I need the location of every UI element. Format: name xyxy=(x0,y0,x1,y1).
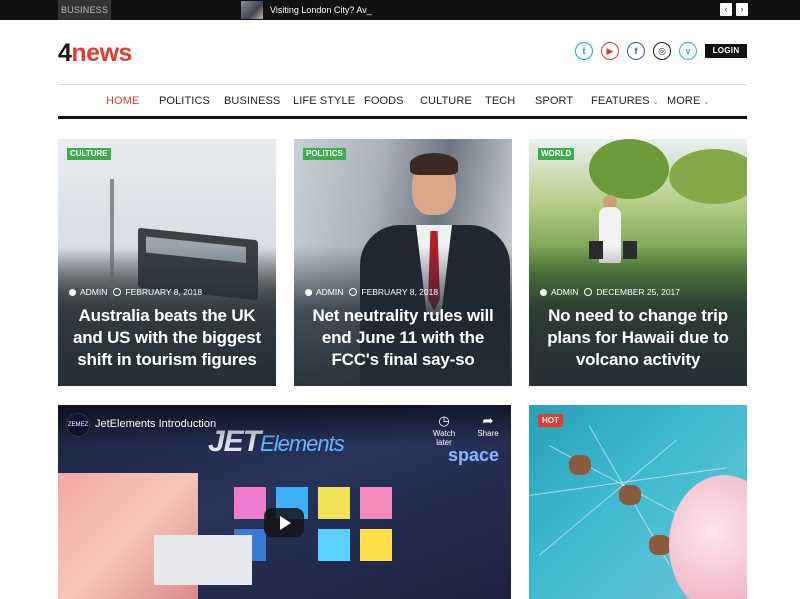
nav-features-label: FEATURES xyxy=(591,95,650,107)
play-button[interactable] xyxy=(264,508,304,537)
video-player[interactable]: JETElements space ZEMEZ JetElements Intr… xyxy=(58,405,511,599)
article-date: FEBRUARY 8, 2018 xyxy=(125,287,203,297)
category-tag[interactable]: POLITICS xyxy=(303,148,346,160)
article-author[interactable]: ADMIN xyxy=(80,287,107,297)
site-logo[interactable]: 4news xyxy=(58,38,132,68)
ticker-thumbnail[interactable] xyxy=(241,1,263,19)
logo-word: news xyxy=(71,39,132,67)
nav-item-foods[interactable]: FOODS xyxy=(364,85,404,117)
nav-item-more[interactable]: MORE ⌄ xyxy=(667,85,709,117)
video-tile xyxy=(234,487,266,519)
ticker-headline[interactable]: Visiting London City? Av_ xyxy=(270,0,372,20)
main-navigation: HOME POLITICS BUSINESS LIFE STYLE FOODS … xyxy=(58,84,747,119)
category-tag[interactable]: WORLD xyxy=(538,148,575,160)
article-author[interactable]: ADMIN xyxy=(316,287,343,297)
clock-icon xyxy=(113,288,122,296)
login-button[interactable]: LOGIN xyxy=(705,44,747,58)
chevron-down-icon: ⌄ xyxy=(652,99,659,106)
youtube-icon[interactable]: ▶ xyxy=(601,42,619,60)
article-meta: ADMIN FEBRUARY 8, 2018 xyxy=(69,287,202,297)
top-ticker-bar: BUSINESS Visiting London City? Av_ ‹ › xyxy=(0,0,800,20)
nav-item-business[interactable]: BUSINESS xyxy=(224,85,280,117)
share-button[interactable]: ➦ Share xyxy=(468,413,508,438)
facebook-icon[interactable]: f xyxy=(627,42,645,60)
article-meta: ADMIN FEBRUARY 8, 2018 xyxy=(305,287,438,297)
video-tile xyxy=(318,487,350,519)
video-bg-word: space xyxy=(448,445,500,465)
watch-later-label: Watch later xyxy=(432,429,456,447)
ferris-pod xyxy=(569,455,591,475)
video-tile xyxy=(360,487,392,519)
chevron-down-icon: ⌄ xyxy=(703,99,710,106)
article-card-world[interactable]: WORLD ADMIN DECEMBER 25, 2017 No need to … xyxy=(529,139,747,386)
hot-tag[interactable]: HOT xyxy=(538,414,563,427)
article-date: DECEMBER 25, 2017 xyxy=(596,287,681,297)
ferris-pod xyxy=(649,535,671,555)
nav-item-sport[interactable]: SPORT xyxy=(535,85,573,117)
vimeo-icon[interactable]: v xyxy=(679,42,697,60)
ticker-category[interactable]: BUSINESS xyxy=(58,0,111,20)
ticker-prev-button[interactable]: ‹ xyxy=(720,3,732,16)
ferris-pod xyxy=(619,485,641,505)
tree-shape xyxy=(589,139,669,199)
video-tile xyxy=(360,529,392,561)
nav-item-politics[interactable]: POLITICS xyxy=(159,85,210,117)
watch-later-button[interactable]: ◷ Watch later xyxy=(424,413,464,447)
logo-number: 4 xyxy=(58,39,72,67)
user-icon xyxy=(69,289,76,296)
nav-item-features[interactable]: FEATURES ⌄ xyxy=(591,85,659,117)
ticker-next-button[interactable]: › xyxy=(736,3,748,16)
man-hair-shape xyxy=(410,153,458,175)
article-title[interactable]: Net neutrality rules will end June 11 wi… xyxy=(304,305,502,371)
twitter-icon[interactable]: t xyxy=(575,42,593,60)
tree-shape xyxy=(669,149,747,204)
share-label: Share xyxy=(477,429,499,438)
cotton-candy-shape xyxy=(669,475,747,599)
nav-item-tech[interactable]: TECH xyxy=(485,85,515,117)
clock-icon xyxy=(584,288,593,296)
article-card-politics[interactable]: POLITICS ADMIN FEBRUARY 8, 2018 Net neutr… xyxy=(294,139,512,386)
clock-icon: ◷ xyxy=(438,413,450,428)
article-card-culture[interactable]: CULTURE ADMIN FEBRUARY 8, 2018 Australia … xyxy=(58,139,276,386)
category-tag[interactable]: CULTURE xyxy=(67,148,111,160)
nav-more-label: MORE xyxy=(667,95,701,107)
hot-article-card[interactable]: HOT xyxy=(529,405,747,599)
article-date: FEBRUARY 8, 2018 xyxy=(361,287,439,297)
video-tile xyxy=(318,529,350,561)
video-title[interactable]: JetElements Introduction xyxy=(95,418,216,430)
nav-item-home[interactable]: HOME xyxy=(106,85,139,117)
video-preview-panel xyxy=(154,535,252,585)
nav-item-culture[interactable]: CULTURE xyxy=(420,85,472,117)
article-author[interactable]: ADMIN xyxy=(551,287,578,297)
article-title[interactable]: No need to change trip plans for Hawaii … xyxy=(539,305,737,371)
user-icon xyxy=(540,289,547,296)
channel-avatar[interactable]: ZEMEZ xyxy=(66,413,90,437)
clock-icon xyxy=(349,288,358,296)
nav-item-life-style[interactable]: LIFE STYLE xyxy=(293,85,355,117)
instagram-icon[interactable]: ◎ xyxy=(653,42,671,60)
article-title[interactable]: Australia beats the UK and US with the b… xyxy=(68,305,266,371)
article-meta: ADMIN DECEMBER 25, 2017 xyxy=(540,287,680,297)
user-icon xyxy=(305,289,312,296)
share-icon: ➦ xyxy=(482,413,494,428)
